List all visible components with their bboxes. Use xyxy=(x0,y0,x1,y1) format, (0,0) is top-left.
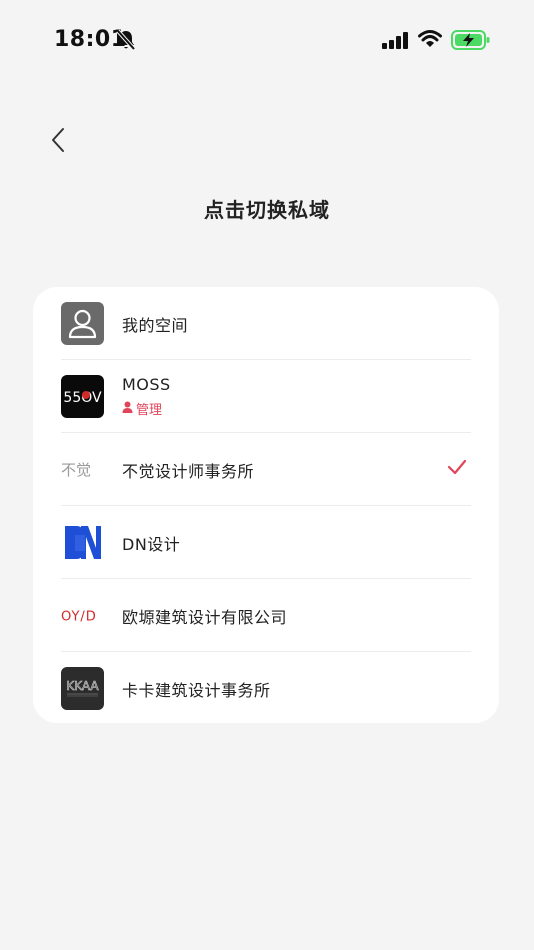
svg-text:KKAA: KKAA xyxy=(66,679,99,693)
role-badge-label: 管理 xyxy=(136,403,163,418)
user-icon xyxy=(122,401,133,417)
signal-icon xyxy=(382,32,410,53)
workspace-item-kkaa[interactable]: KKAA 卡卡建筑设计事务所 xyxy=(61,652,471,723)
back-button[interactable] xyxy=(40,124,76,160)
workspace-name: 欧塬建筑设计有限公司 xyxy=(122,607,288,627)
workspace-item-dn[interactable]: DN设计 xyxy=(61,506,471,579)
workspace-item-oyad[interactable]: OY/D 欧塬建筑设计有限公司 xyxy=(61,579,471,652)
oyad-logo: OY/D xyxy=(61,594,104,637)
bujue-logo: 不觉 xyxy=(61,448,104,491)
moss-logo: 55OV xyxy=(61,375,104,418)
workspace-name: MOSS xyxy=(122,375,171,394)
bell-muted-icon xyxy=(116,29,136,55)
workspace-item-my-space[interactable]: 我的空间 xyxy=(61,287,471,360)
svg-text:55OV: 55OV xyxy=(63,390,102,406)
svg-text:不觉: 不觉 xyxy=(61,461,91,479)
person-avatar-icon xyxy=(61,302,104,345)
workspace-name: 卡卡建筑设计事务所 xyxy=(122,680,271,700)
workspace-list: 我的空间 55OV MOSS 管理 不觉 不觉设计师事务所 DN设计 OY/D … xyxy=(33,287,499,723)
wifi-icon xyxy=(418,29,442,53)
workspace-name: 我的空间 xyxy=(122,315,189,335)
workspace-item-bujue[interactable]: 不觉 不觉设计师事务所 xyxy=(61,433,471,506)
role-badge: 管理 xyxy=(122,399,171,418)
workspace-name: DN设计 xyxy=(122,534,181,554)
kkaa-logo: KKAA xyxy=(61,667,104,710)
battery-charging-icon xyxy=(451,29,491,55)
svg-text:OY/D: OY/D xyxy=(61,610,97,625)
status-bar: 18:01 xyxy=(0,0,534,80)
chevron-left-icon xyxy=(50,127,66,157)
checkmark-icon xyxy=(447,459,467,479)
dn-logo xyxy=(61,521,104,564)
workspace-item-moss[interactable]: 55OV MOSS 管理 xyxy=(61,360,471,433)
page-title: 点击切换私域 xyxy=(204,198,330,222)
workspace-name: 不觉设计师事务所 xyxy=(122,461,255,481)
